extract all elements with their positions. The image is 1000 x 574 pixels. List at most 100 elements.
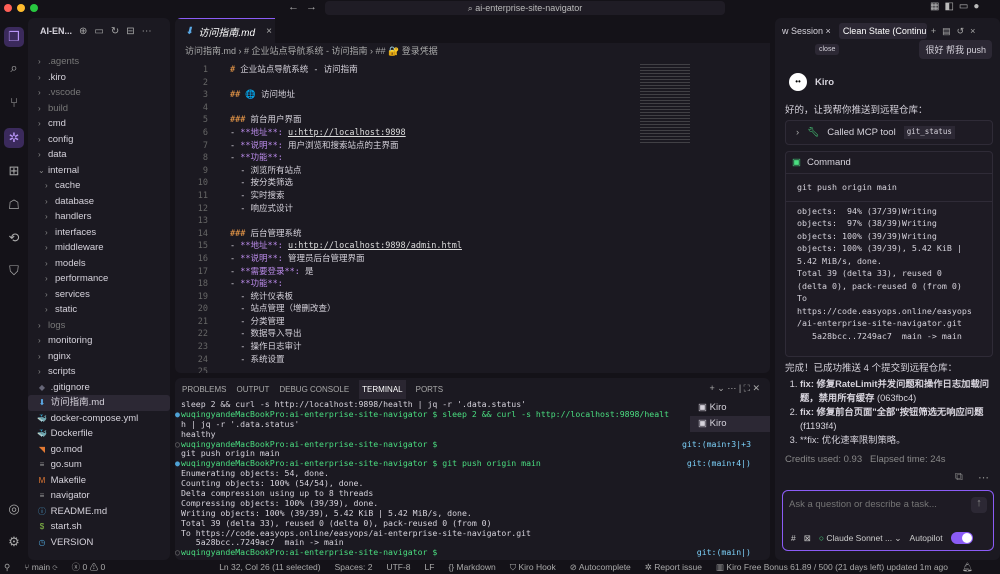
- terminal-output[interactable]: sleep 2 && curl -s http://localhost:9898…: [175, 399, 751, 558]
- encoding[interactable]: UTF-8: [386, 562, 410, 572]
- tree-item[interactable]: ⓘ README.md: [28, 504, 170, 520]
- autopilot-toggle[interactable]: [950, 532, 973, 544]
- branch-indicator[interactable]: ⑂ main ⟳: [24, 562, 57, 572]
- image-icon[interactable]: ⊠: [804, 533, 811, 544]
- breadcrumb-item[interactable]: # 企业站点导航系统 - 访问指南: [244, 46, 368, 56]
- breadcrumb-item[interactable]: ## 🔐 登录凭据: [376, 46, 438, 56]
- tree-item[interactable]: › models: [28, 256, 170, 272]
- close-icon[interactable]: ×: [826, 26, 831, 36]
- run-debug-icon[interactable]: ✲: [4, 128, 24, 148]
- search-icon[interactable]: ⌕: [4, 58, 24, 78]
- close-icon[interactable]: ×: [266, 26, 272, 37]
- command-search[interactable]: ⌕ ai-enterprise-site-navigator: [325, 1, 725, 15]
- tree-item[interactable]: › config: [28, 132, 170, 148]
- problems-indicator[interactable]: ⓧ 0 ⚠ 0: [72, 561, 106, 573]
- chat-input[interactable]: [789, 499, 959, 510]
- chat-tab-session[interactable]: w Session ×: [778, 23, 835, 39]
- kiro-hook[interactable]: ⛉ Kiro Hook: [510, 562, 556, 573]
- tree-item[interactable]: › static: [28, 302, 170, 318]
- close-window-button[interactable]: [4, 4, 12, 12]
- bonus-info[interactable]: ▥ Kiro Free Bonus 61.89 / 500 (21 days l…: [716, 562, 948, 573]
- source-control-icon[interactable]: ⑂: [4, 93, 24, 113]
- tree-item[interactable]: › performance: [28, 271, 170, 287]
- language-mode[interactable]: {} Markdown: [448, 562, 495, 572]
- terminal-text: Writing objects: 100% (39/39), 5.42 KiB …: [181, 507, 472, 518]
- tree-item[interactable]: › cmd: [28, 116, 170, 132]
- account-icon[interactable]: ◎: [4, 499, 24, 519]
- tree-item[interactable]: › cache: [28, 178, 170, 194]
- tree-item[interactable]: › interfaces: [28, 225, 170, 241]
- extensions-icon[interactable]: ⊞: [4, 161, 24, 181]
- tree-item[interactable]: M Makefile: [28, 473, 170, 489]
- tree-item[interactable]: › logs: [28, 318, 170, 334]
- terminal-item[interactable]: ▣ Kiro: [690, 400, 770, 416]
- remote-icon[interactable]: ⚲: [4, 562, 10, 573]
- autocomplete[interactable]: ⊘ Autocomplete: [570, 562, 631, 573]
- tree-item[interactable]: › middleware: [28, 240, 170, 256]
- tree-item[interactable]: ⌄ internal: [28, 163, 170, 179]
- maximize-window-button[interactable]: [30, 4, 38, 12]
- bell-icon[interactable]: 🔔︎: [962, 562, 973, 573]
- tree-item[interactable]: ≡ navigator: [28, 488, 170, 504]
- model-selector[interactable]: ○ Claude Sonnet ... ⌄: [819, 533, 902, 544]
- tree-item[interactable]: ◷ VERSION: [28, 535, 170, 551]
- tree-item[interactable]: $ start.sh: [28, 519, 170, 535]
- explorer-icon[interactable]: ❐: [4, 27, 24, 47]
- tree-item[interactable]: ≡ go.sum: [28, 457, 170, 473]
- shield-icon[interactable]: ⛉: [4, 261, 24, 281]
- copy-icon[interactable]: ⧉: [955, 471, 963, 484]
- minimize-window-button[interactable]: [17, 4, 25, 12]
- more-icon[interactable]: ⋯: [142, 26, 152, 37]
- tree-item[interactable]: › database: [28, 194, 170, 210]
- collapse-icon[interactable]: ⊟: [126, 26, 134, 37]
- forward-icon[interactable]: →: [306, 1, 317, 13]
- new-folder-icon[interactable]: ▭: [94, 26, 103, 37]
- indentation[interactable]: Spaces: 2: [335, 562, 373, 572]
- tree-item[interactable]: › .kiro: [28, 70, 170, 86]
- tab-terminal[interactable]: TERMINAL: [359, 379, 406, 399]
- back-icon[interactable]: ←: [288, 1, 299, 13]
- terminal-item[interactable]: ▣ Kiro: [690, 416, 770, 432]
- tree-item[interactable]: ◥ go.mod: [28, 442, 170, 458]
- cursor-position[interactable]: Ln 32, Col 26 (11 selected): [219, 562, 320, 572]
- more-icon[interactable]: ⋯: [978, 471, 989, 484]
- code-area[interactable]: 1 # 企业站点导航系统 - 访问指南 2 3 ## 🌐 访问地址 4 5 ### 前台用户界…: [175, 64, 675, 373]
- tree-item[interactable]: ◆ .gitignore: [28, 380, 170, 396]
- minimap[interactable]: [640, 64, 690, 144]
- chat-tab-clean-state[interactable]: Clean State (Continu: [838, 23, 927, 39]
- gear-icon[interactable]: ⚙: [4, 532, 24, 552]
- send-button[interactable]: ↑: [971, 497, 987, 513]
- tab-ports[interactable]: PORTS: [416, 385, 443, 394]
- report-issue[interactable]: ✲ Report issue: [645, 562, 702, 573]
- tab-access-guide[interactable]: ⬇ 访问指南.md ×: [175, 18, 275, 43]
- layout-icons[interactable]: ▦◧▭●: [930, 1, 984, 12]
- tab-problems[interactable]: PROBLEMS: [182, 385, 226, 394]
- tool-name: git_status: [903, 126, 955, 139]
- tree-item[interactable]: › .vscode: [28, 85, 170, 101]
- remote-icon[interactable]: ⟲: [4, 228, 24, 248]
- tab-debug-console[interactable]: DEBUG CONSOLE: [279, 385, 349, 394]
- tree-item[interactable]: 🐳 Dockerfile: [28, 426, 170, 442]
- tree-item[interactable]: 🐳 docker-compose.yml: [28, 411, 170, 427]
- refresh-icon[interactable]: ↻: [111, 26, 119, 37]
- kiro-icon[interactable]: ☖: [4, 195, 24, 215]
- tree-item[interactable]: › handlers: [28, 209, 170, 225]
- tab-output[interactable]: OUTPUT: [236, 385, 269, 394]
- tree-item[interactable]: › nginx: [28, 349, 170, 365]
- tree-item[interactable]: › services: [28, 287, 170, 303]
- link[interactable]: u:http://localhost:9898: [288, 128, 406, 138]
- tree-item[interactable]: › data: [28, 147, 170, 163]
- tree-item[interactable]: ⬇ 访问指南.md: [28, 395, 170, 411]
- mcp-tool-call[interactable]: › 🔧︎ Called MCP tool git_status: [785, 120, 993, 145]
- line-ending[interactable]: LF: [425, 562, 435, 572]
- hash-icon[interactable]: #: [791, 533, 796, 543]
- link[interactable]: u:http://localhost:9898/admin.html: [288, 241, 462, 251]
- tree-item[interactable]: › .agents: [28, 54, 170, 70]
- panel-actions[interactable]: + ⌄ ⋯ | ⛶ ✕: [710, 383, 760, 394]
- tree-item[interactable]: › scripts: [28, 364, 170, 380]
- tree-item[interactable]: › monitoring: [28, 333, 170, 349]
- new-file-icon[interactable]: ⊕: [79, 26, 87, 37]
- chat-actions[interactable]: +▤↺×: [931, 26, 982, 37]
- tree-item[interactable]: › build: [28, 101, 170, 117]
- breadcrumb-item[interactable]: 访问指南.md: [185, 46, 236, 56]
